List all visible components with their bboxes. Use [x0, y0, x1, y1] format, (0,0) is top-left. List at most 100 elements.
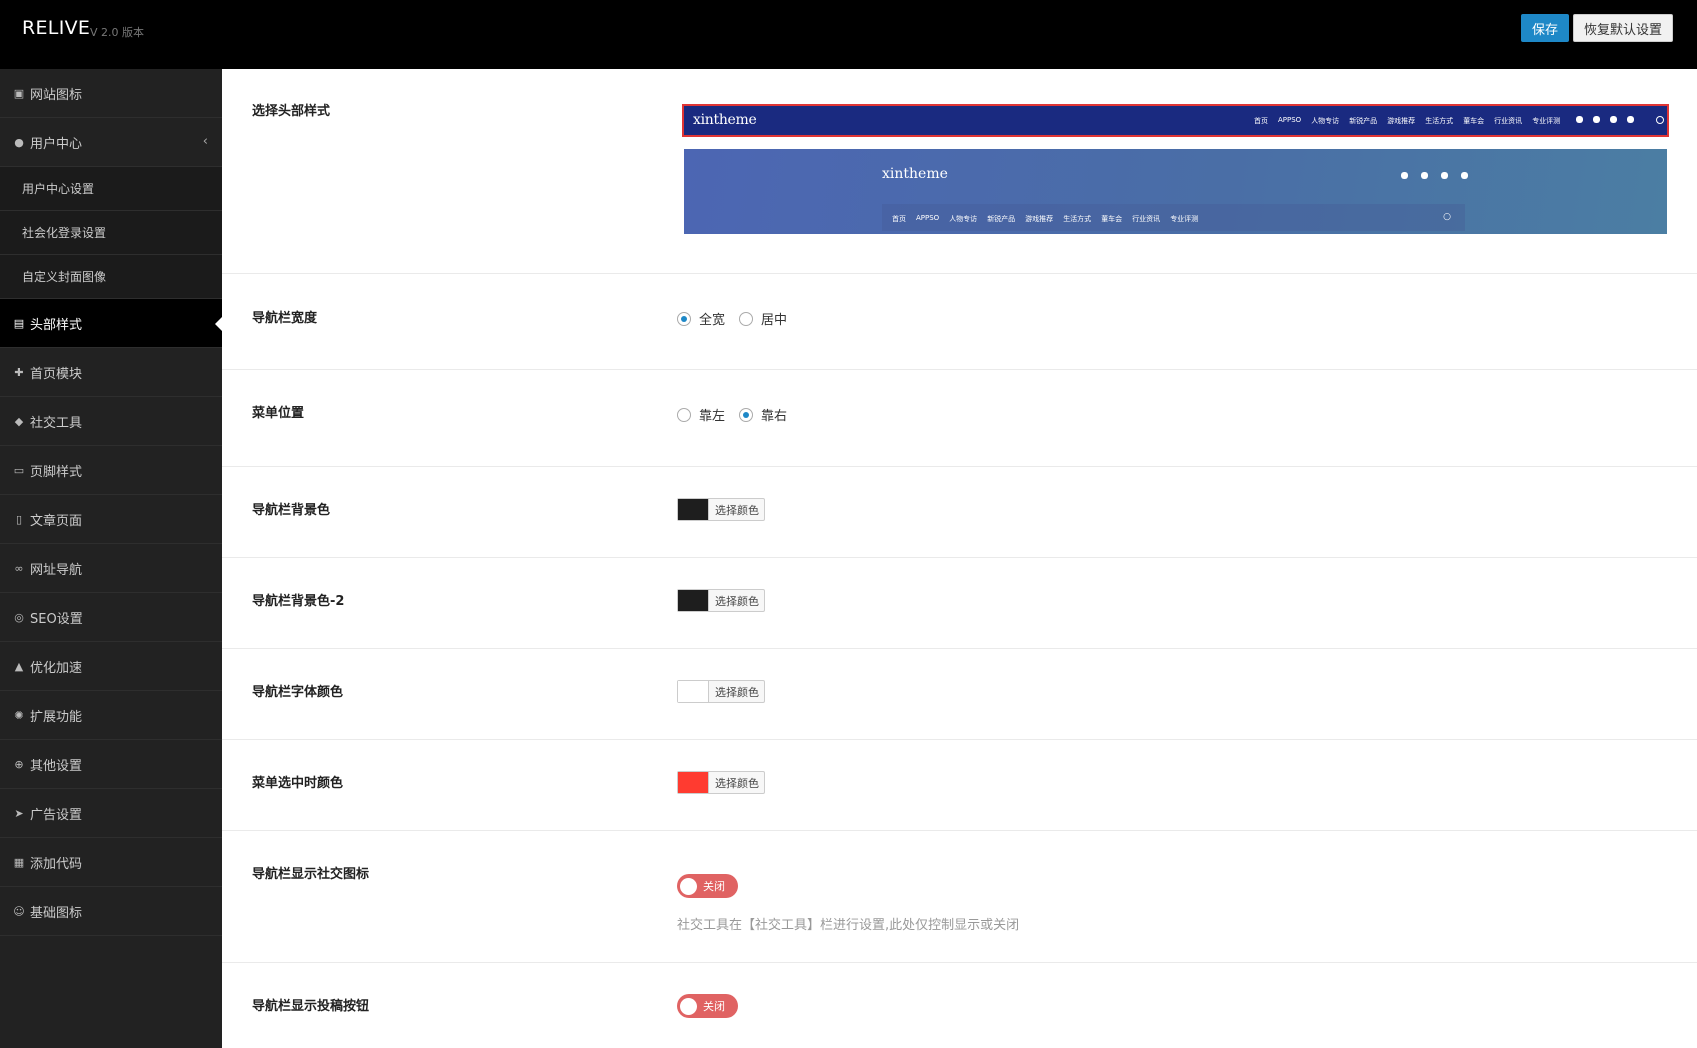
preview-menu-item: 新锐产品 [987, 215, 1016, 223]
plus-circle-icon: ⊕ [14, 757, 24, 771]
sidebar-item-seo[interactable]: ◎ SEO设置 [0, 593, 222, 642]
bulb-icon: ✺ [14, 708, 24, 722]
radio-label: 居中 [761, 313, 788, 328]
sidebar-item-optimize[interactable]: ▲ 优化加速 [0, 642, 222, 691]
setting-label: 导航栏宽度 [252, 311, 318, 326]
sidebar-subitem-label: 自定义封面图像 [22, 270, 107, 284]
sidebar-item-label: 网址导航 [30, 562, 83, 578]
sidebar-item-label: 基础图标 [30, 905, 83, 921]
sidebar-item-home-modules[interactable]: ✚ 首页模块 [0, 348, 222, 397]
preview-menu-item: 专业评测 [1170, 215, 1199, 223]
rocket-icon: ▲ [14, 659, 24, 673]
setting-nav-bg: 导航栏背景色 选择颜色 [222, 466, 1697, 558]
sidebar-item-footer-style[interactable]: ▭ 页脚样式 [0, 446, 222, 495]
sidebar-subitem-user-settings[interactable]: 用户中心设置 [0, 167, 222, 211]
header-style-option-2[interactable]: xintheme 首页 APPSO 人物专访 新锐产品 游戏推荐 生活方式 董车… [684, 149, 1667, 234]
setting-label: 菜单选中时颜色 [252, 776, 344, 791]
sidebar-item-label: 网站图标 [30, 87, 83, 103]
circle-icon: ◎ [14, 610, 24, 624]
qq-icon [1401, 172, 1408, 179]
setting-nav-social-icons: 导航栏显示社交图标 关闭 社交工具在【社交工具】栏进行设置,此处仅控制显示或关闭 [222, 830, 1697, 963]
sidebar-item-header-style[interactable]: ▤ 头部样式 [0, 299, 222, 348]
preview-social-icons [1401, 172, 1468, 179]
preview-menu-item: 人物专访 [949, 215, 978, 223]
reset-defaults-button[interactable]: 恢复默认设置 [1573, 14, 1673, 42]
user-icon: ● [14, 135, 24, 149]
search-icon [1656, 116, 1664, 124]
radio-dot[interactable] [677, 311, 691, 326]
sidebar-item-social-tools[interactable]: ◆ 社交工具 [0, 397, 222, 446]
radio-dot[interactable] [739, 311, 754, 326]
radio-left[interactable]: 靠左 [677, 405, 725, 424]
header-style-option-1[interactable]: xintheme 首页 APPSO 人物专访 新锐产品 游戏推荐 生活方式 董车… [682, 104, 1669, 137]
version-label: V 2.0 版本 [90, 26, 145, 39]
sidebar-item-site-icon[interactable]: ▣ 网站图标 [0, 69, 222, 118]
sidebar-item-extensions[interactable]: ✺ 扩展功能 [0, 691, 222, 740]
preview-menu-item: 游戏推荐 [1387, 117, 1416, 125]
color-picker-nav-bg[interactable]: 选择颜色 [677, 498, 765, 521]
sidebar-item-label: 文章页面 [30, 513, 83, 529]
chevron-left-icon: ‹ [202, 134, 208, 149]
weibo-icon [1421, 172, 1428, 179]
toggle-nav-social[interactable]: 关闭 [677, 874, 738, 898]
radio-dot[interactable] [739, 407, 754, 422]
weibo-icon [1593, 116, 1600, 123]
preview-menu-item: 董车会 [1101, 215, 1123, 223]
toggle-label: 关闭 [703, 880, 725, 893]
sidebar-item-ads[interactable]: ➤ 广告设置 [0, 789, 222, 838]
preview-menu-item: 人物专访 [1311, 117, 1340, 125]
sidebar: ▣ 网站图标 ● 用户中心 ‹ 用户中心设置 社会化登录设置 自定义封面图像 ▤… [0, 69, 222, 1048]
setting-label: 导航栏字体颜色 [252, 685, 344, 700]
preview-menu-item: 行业资讯 [1132, 215, 1161, 223]
sidebar-item-label: 其他设置 [30, 758, 83, 774]
mail-icon [1627, 116, 1634, 123]
sidebar-item-article-page[interactable]: ▯ 文章页面 [0, 495, 222, 544]
sidebar-item-other[interactable]: ⊕ 其他设置 [0, 740, 222, 789]
sidebar-item-add-code[interactable]: ▦ 添加代码 [0, 838, 222, 887]
toggle-knob [680, 877, 697, 895]
sidebar-item-label: 添加代码 [30, 856, 83, 872]
radio-right[interactable]: 靠右 [739, 405, 787, 424]
setting-nav-font-color: 导航栏字体颜色 选择颜色 [222, 648, 1697, 740]
setting-label: 导航栏背景色-2 [252, 594, 345, 609]
color-picker-label: 选择颜色 [715, 685, 759, 699]
setting-label: 导航栏显示社交图标 [252, 867, 370, 882]
settings-panel: 选择头部样式 xintheme 首页 APPSO 人物专访 新锐产品 游戏推荐 … [222, 69, 1697, 1048]
color-picker-label: 选择颜色 [715, 776, 759, 790]
save-button[interactable]: 保存 [1521, 14, 1569, 42]
setting-hint: 社交工具在【社交工具】栏进行设置,此处仅控制显示或关闭 [677, 918, 1020, 933]
code-icon: ▦ [13, 855, 25, 869]
setting-label: 导航栏显示投稿按钮 [252, 999, 370, 1014]
preview-menu-item: 新锐产品 [1349, 117, 1378, 125]
paper-plane-icon: ➤ [14, 806, 24, 820]
radio-label: 靠右 [761, 409, 788, 424]
color-picker-menu-active[interactable]: 选择颜色 [677, 771, 765, 794]
mail-icon [1461, 172, 1468, 179]
sidebar-item-base-icons[interactable]: ☺ 基础图标 [0, 887, 222, 936]
sidebar-item-label: 首页模块 [30, 366, 83, 382]
preview-menu: 首页 APPSO 人物专访 新锐产品 游戏推荐 生活方式 董车会 行业资讯 专业… [892, 214, 1198, 224]
color-picker-label: 选择颜色 [715, 503, 759, 517]
sidebar-subitem-cover-image[interactable]: 自定义封面图像 [0, 255, 222, 299]
sidebar-subitem-social-login[interactable]: 社会化登录设置 [0, 211, 222, 255]
sidebar-item-user-center[interactable]: ● 用户中心 ‹ [0, 118, 222, 167]
color-picker-nav-bg-2[interactable]: 选择颜色 [677, 589, 765, 612]
preview-menu-item: 专业评测 [1532, 117, 1561, 125]
menu-position-radio-group: 靠左 靠右 [677, 405, 787, 424]
preview-menu-item: 首页 [1254, 117, 1268, 125]
color-swatch [678, 681, 709, 702]
sidebar-item-url-nav[interactable]: ∞ 网址导航 [0, 544, 222, 593]
radio-centered[interactable]: 居中 [739, 309, 787, 328]
preview-nav-band: 首页 APPSO 人物专访 新锐产品 游戏推荐 生活方式 董车会 行业资讯 专业… [882, 204, 1465, 231]
setting-menu-active-color: 菜单选中时颜色 选择颜色 [222, 739, 1697, 831]
link-icon: ∞ [14, 561, 24, 575]
image-icon: ▣ [13, 86, 25, 100]
radio-full-width[interactable]: 全宽 [677, 309, 725, 328]
radio-dot[interactable] [677, 407, 691, 422]
toggle-nav-submit[interactable]: 关闭 [677, 994, 738, 1018]
preview-menu-item: 行业资讯 [1494, 117, 1523, 125]
preview-menu-item: APPSO [1278, 116, 1302, 124]
qq-icon [1576, 116, 1583, 123]
color-picker-nav-font[interactable]: 选择颜色 [677, 680, 765, 703]
sidebar-item-label: SEO设置 [30, 611, 83, 627]
